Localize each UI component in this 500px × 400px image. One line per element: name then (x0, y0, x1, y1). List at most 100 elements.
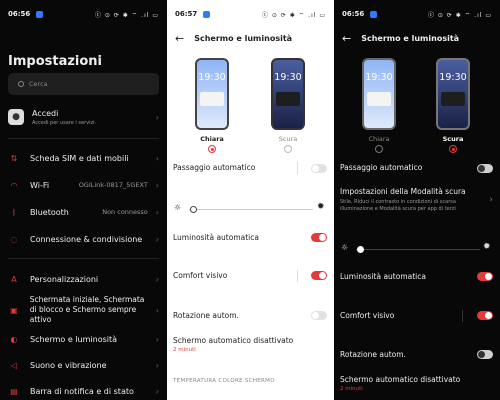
screen-off-row[interactable]: Schermo automatico disattivato 2 minuti (340, 375, 494, 392)
auto-rotate-toggle[interactable] (477, 350, 493, 359)
account-sub: Accedi per usare i servizi. (32, 119, 97, 126)
auto-brightness-toggle[interactable] (477, 272, 493, 281)
dark-mode-radio[interactable] (449, 145, 457, 153)
display-icon: ◐ (10, 334, 18, 344)
settings-item-value: OGILink-0817_5GEXT (78, 181, 148, 189)
chevron-right-icon: › (155, 360, 159, 370)
settings-item-label: Bluetooth (30, 207, 69, 217)
bluetooth-icon: ᛒ (11, 207, 17, 217)
status-bar: 06:56 ⓒ ⊙ ⟳ ✱ ⌔ .ıl ▭ (334, 0, 500, 28)
connection-icon: ◌ (10, 234, 18, 244)
divider (297, 162, 298, 174)
divider (462, 310, 463, 322)
visual-comfort-label: Comfort visivo (173, 271, 228, 280)
auto-switch-label: Passaggio automatico (173, 163, 256, 172)
status-bar: 06:57 ⓒ ⊙ ⟳ ✱ ⌔ .ıl ▭ (167, 0, 334, 28)
preview-widget (367, 92, 391, 106)
visual-comfort-label: Comfort visivo (340, 311, 395, 320)
dark-mode-preview[interactable]: 19:30 (271, 58, 305, 130)
chevron-right-icon: › (489, 195, 493, 205)
screen-off-row[interactable]: Schermo automatico disattivato 2 minuti (173, 336, 328, 353)
dark-mode-settings-sub: Stile, Riduci il contrasto in condizioni… (340, 199, 456, 212)
screen-off-value: 2 minuti (340, 386, 363, 392)
auto-rotate-label: Rotazione autom. (340, 350, 406, 359)
dark-mode-settings-row[interactable]: Impostazioni della Modalità scura Stile,… (340, 187, 482, 213)
settings-item-sound[interactable]: ◁ Suono e vibrazione › (0, 352, 167, 378)
status-time: 06:56 (8, 10, 31, 18)
light-mode-label: Chiara (368, 135, 390, 143)
brightness-slider[interactable] (189, 209, 313, 210)
auto-switch-toggle[interactable] (311, 164, 327, 173)
brightness-slider[interactable] (356, 249, 480, 250)
settings-item-label: Suono e vibrazione (30, 360, 107, 370)
search-input[interactable]: Cerca (8, 73, 159, 95)
page-title: Impostazioni (8, 54, 103, 69)
settings-item-home-screen[interactable]: ▣ Schermata iniziale, Schermata di blocc… (0, 294, 167, 326)
section-header: TEMPERATURA COLORE SCHERMO (173, 378, 275, 384)
page-header: ← Schermo e luminosità (167, 28, 334, 48)
preview-widget (200, 92, 224, 106)
status-icons: ⓒ ⊙ ⟳ ✱ ⌔ .ıl ▭ (427, 11, 492, 19)
dark-mode-radio[interactable] (284, 145, 292, 153)
settings-item-personalization[interactable]: A Personalizzazioni › (0, 266, 167, 292)
chevron-right-icon: › (155, 153, 159, 163)
brightness-high-icon: ✹ (317, 202, 325, 212)
brightness-low-icon: ☼ (341, 243, 349, 252)
settings-item-notification[interactable]: ▤ Barra di notifica e di stato › (0, 378, 167, 400)
sim-icon: ⇅ (10, 153, 18, 163)
chevron-right-icon: › (155, 386, 159, 396)
brightness-thumb[interactable] (190, 206, 197, 213)
divider (8, 138, 159, 139)
back-arrow-icon[interactable]: ← (342, 32, 351, 45)
page-title: Schermo e luminosità (361, 33, 460, 43)
light-mode-preview[interactable]: 19:30 (362, 58, 396, 130)
settings-item-display[interactable]: ◐ Schermo e luminosità › (0, 326, 167, 352)
brightness-low-icon: ☼ (174, 203, 182, 212)
brightness-thumb[interactable] (357, 246, 364, 253)
screen-off-label: Schermo automatico disattivato (173, 336, 294, 345)
search-icon (18, 81, 24, 87)
display-panel-dark: 06:56 ⓒ ⊙ ⟳ ✱ ⌔ .ıl ▭ ← Schermo e lumino… (334, 0, 500, 400)
search-placeholder: Cerca (29, 80, 48, 88)
settings-item-label: Personalizzazioni (30, 274, 99, 284)
auto-brightness-toggle[interactable] (311, 233, 327, 242)
settings-item-value: Non connesso (102, 208, 148, 216)
preview-clock: 19:30 (365, 72, 393, 83)
status-time: 06:56 (342, 10, 365, 18)
settings-item-bluetooth[interactable]: ᛒ Bluetooth Non connesso › (0, 199, 167, 225)
back-arrow-icon[interactable]: ← (175, 32, 184, 45)
chevron-right-icon: › (155, 274, 159, 284)
light-mode-radio[interactable] (208, 145, 216, 153)
settings-item-label: Connessione & condivisione (30, 234, 143, 244)
preview-clock: 19:30 (274, 72, 302, 83)
chevron-right-icon: › (155, 305, 159, 315)
preview-clock: 19:30 (439, 72, 467, 83)
account-row[interactable]: ● Accedi Accedi per usare i servizi. › (0, 103, 167, 131)
status-icons: ⓒ ⊙ ⟳ ✱ ⌔ .ıl ▭ (261, 11, 326, 19)
auto-switch-toggle[interactable] (477, 164, 493, 173)
chevron-right-icon: › (155, 112, 159, 122)
status-time: 06:57 (175, 10, 198, 18)
settings-item-wifi[interactable]: ◠ Wi-Fi OGILink-0817_5GEXT › (0, 172, 167, 198)
status-bar: 06:56 ⓒ ⊙ ⟳ ✱ ⌔ .ıl ▭ (0, 0, 167, 28)
notification-icon (203, 10, 211, 18)
page-title: Schermo e luminosità (194, 33, 293, 43)
visual-comfort-toggle[interactable] (311, 271, 327, 280)
preview-widget (441, 92, 465, 106)
auto-brightness-label: Luminosità automatica (173, 233, 259, 242)
light-mode-radio[interactable] (375, 145, 383, 153)
settings-item-connection[interactable]: ◌ Connessione & condivisione › (0, 226, 167, 252)
settings-item-label: Scheda SIM e dati mobili (30, 153, 129, 163)
auto-rotate-toggle[interactable] (311, 311, 327, 320)
wifi-icon: ◠ (10, 180, 18, 190)
notification-bar-icon: ▤ (10, 386, 18, 396)
dark-mode-preview[interactable]: 19:30 (436, 58, 470, 130)
visual-comfort-toggle[interactable] (477, 311, 493, 320)
personalization-icon: A (11, 274, 17, 284)
settings-item-sim[interactable]: ⇅ Scheda SIM e dati mobili › (0, 145, 167, 171)
preview-widget (276, 92, 300, 106)
chevron-right-icon: › (155, 234, 159, 244)
screen-off-label: Schermo automatico disattivato (340, 375, 461, 384)
light-mode-preview[interactable]: 19:30 (195, 58, 229, 130)
auto-brightness-label: Luminosità automatica (340, 272, 426, 281)
